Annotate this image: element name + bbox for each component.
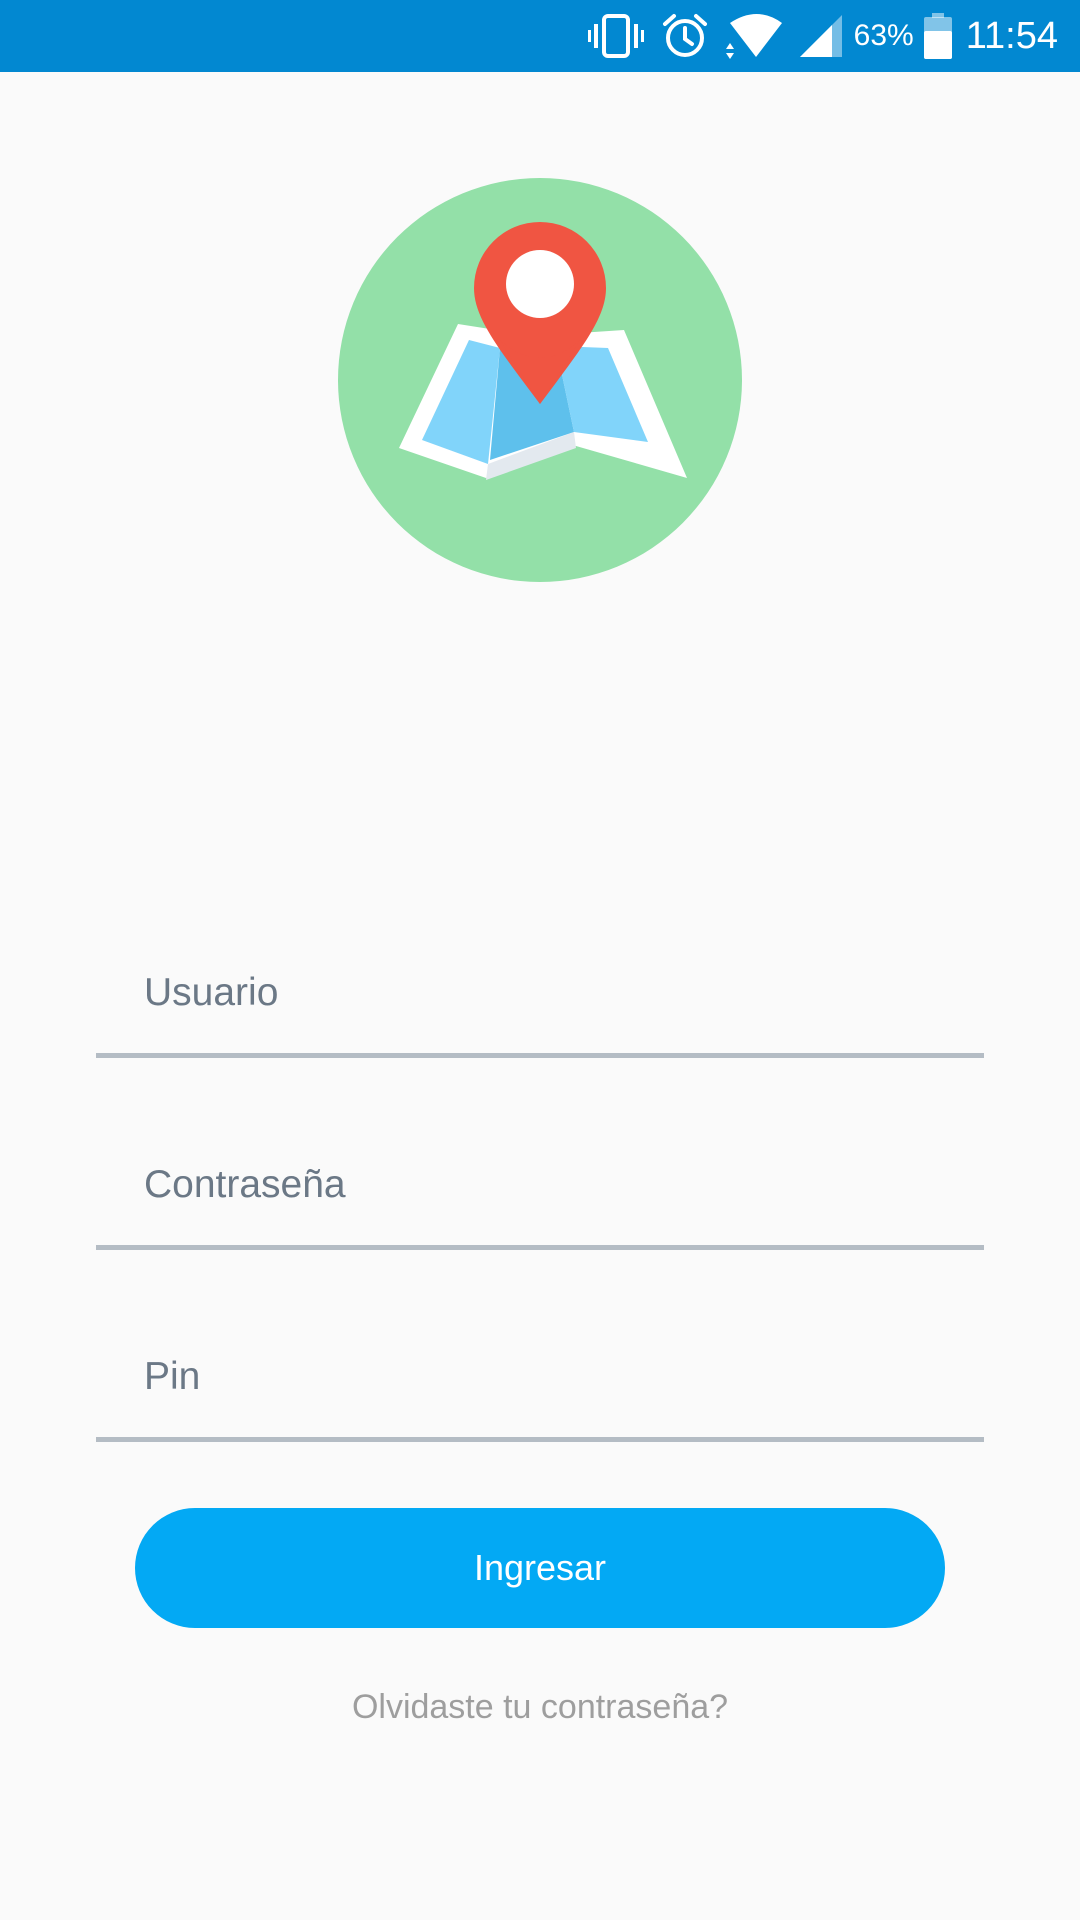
username-input[interactable]	[144, 958, 944, 1028]
username-field[interactable]	[96, 948, 984, 1058]
wifi-icon	[725, 13, 782, 59]
vibrate-icon	[587, 14, 644, 58]
app-logo	[338, 178, 742, 582]
password-input[interactable]	[144, 1150, 944, 1220]
forgot-password-link[interactable]: Olvidaste tu contraseña?	[0, 1688, 1080, 1727]
pin-input[interactable]	[144, 1342, 944, 1412]
pin-field[interactable]	[96, 1332, 984, 1442]
battery-percent: 63%	[853, 19, 914, 52]
password-field[interactable]	[96, 1140, 984, 1250]
alarm-icon	[662, 13, 708, 59]
cellular-signal-icon	[799, 15, 842, 57]
clock-time: 11:54	[965, 14, 1058, 57]
battery-icon	[923, 13, 952, 59]
login-button-label: Ingresar	[473, 1547, 607, 1588]
status-bar: 63% 11:54	[0, 0, 1080, 72]
login-button[interactable]: Ingresar	[135, 1508, 945, 1628]
